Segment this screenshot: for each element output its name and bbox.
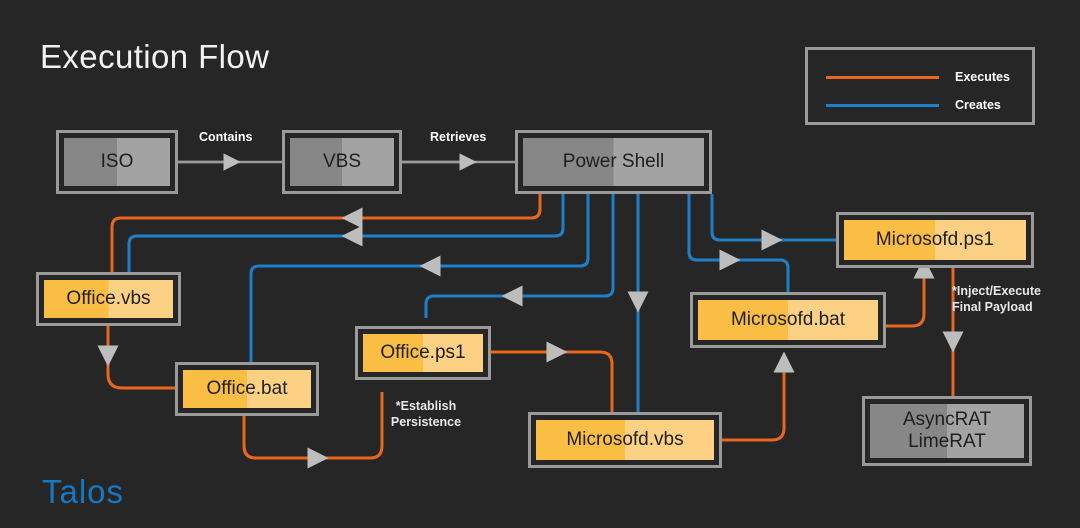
node-microsofd-vbs[interactable]: Microsofd.vbs xyxy=(528,412,722,468)
node-microsofd-vbs-label: Microsofd.vbs xyxy=(536,420,714,460)
node-asyncrat-limerat[interactable]: AsyncRAT LimeRAT xyxy=(862,396,1032,466)
node-vbs[interactable]: VBS xyxy=(282,130,402,194)
node-office-vbs[interactable]: Office.vbs xyxy=(36,272,181,326)
node-office-vbs-label: Office.vbs xyxy=(44,280,173,318)
edge-label-contains: Contains xyxy=(199,130,253,144)
node-powershell-label: Power Shell xyxy=(523,138,704,186)
node-vbs-label: VBS xyxy=(290,138,394,186)
edge-label-retrieves: Retrieves xyxy=(430,130,487,144)
edge-office-ps1-executes-microsofd-vbs xyxy=(491,350,614,412)
legend-label-executes: Executes xyxy=(955,70,1010,84)
edge-powershell-creates-office-vbs xyxy=(127,194,565,272)
legend-item-creates: Creates xyxy=(826,98,1022,112)
node-microsofd-bat-label: Microsofd.bat xyxy=(698,300,878,340)
annotation-establish-persistence: *Establish Persistence xyxy=(390,399,462,429)
page-title: Execution Flow xyxy=(40,38,270,75)
edge-powershell-executes-office-vbs xyxy=(110,194,542,272)
node-microsofd-ps1-label: Microsofd.ps1 xyxy=(844,220,1026,260)
execution-flow-diagram: Execution Flow Executes Creates Contains… xyxy=(0,0,1080,528)
node-iso[interactable]: ISO xyxy=(56,130,178,194)
edge-office-vbs-executes-office-bat xyxy=(106,326,175,390)
node-microsofd-ps1[interactable]: Microsofd.ps1 xyxy=(836,212,1034,268)
legend-swatch-creates xyxy=(826,103,939,107)
node-powershell[interactable]: Power Shell xyxy=(515,130,712,194)
node-office-ps1-label: Office.ps1 xyxy=(363,334,483,372)
talos-logo: Talos xyxy=(42,473,125,510)
legend-swatch-executes xyxy=(826,75,939,79)
edge-powershell-creates-microsofd-ps1 xyxy=(710,194,836,242)
node-office-bat[interactable]: Office.bat xyxy=(175,362,319,416)
node-asyncrat-limerat-label: AsyncRAT LimeRAT xyxy=(870,404,1024,458)
legend-label-creates: Creates xyxy=(955,98,1001,112)
annotation-inject-execute-final-payload: *Inject/Execute Final Payload xyxy=(952,284,1041,314)
legend: Executes Creates xyxy=(805,47,1035,125)
node-office-ps1[interactable]: Office.ps1 xyxy=(355,326,491,380)
node-microsofd-bat[interactable]: Microsofd.bat xyxy=(690,292,886,348)
node-office-bat-label: Office.bat xyxy=(183,370,311,408)
edge-microsofd-vbs-executes-microsofd-bat xyxy=(722,362,786,442)
edge-powershell-creates-office-ps1 xyxy=(424,194,615,318)
edge-powershell-creates-microsofd-bat xyxy=(687,194,790,292)
legend-item-executes: Executes xyxy=(826,70,1022,84)
edge-microsofd-bat-executes-microsofd-ps1 xyxy=(886,268,926,328)
node-iso-label: ISO xyxy=(64,138,170,186)
